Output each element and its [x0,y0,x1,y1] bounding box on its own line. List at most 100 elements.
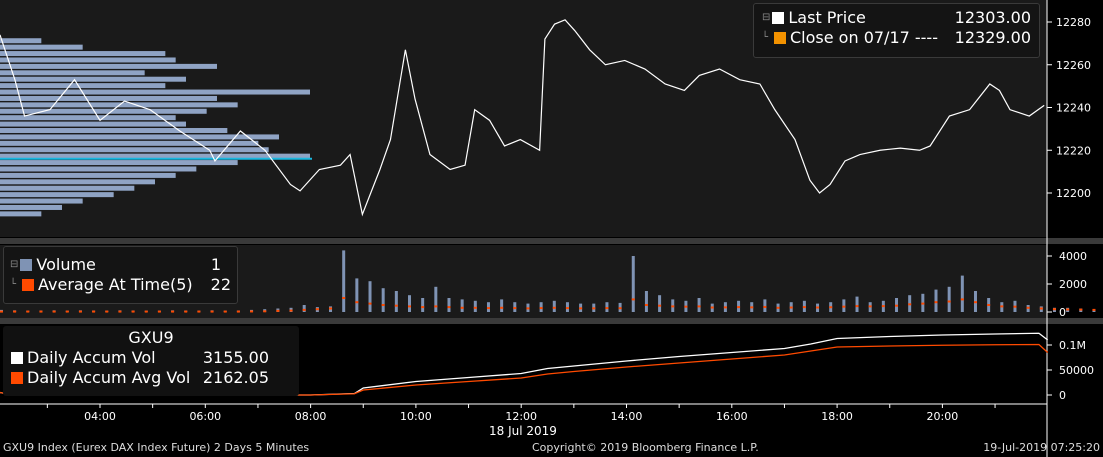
avg-marker [223,310,227,313]
avg-marker [789,306,793,309]
accum-tick-label: 50000 [1059,364,1094,377]
profile-bar [0,147,269,153]
profile-bar [0,160,238,166]
volume-bar [447,298,451,312]
bloomberg-chart: 12200 12220 12240 12260 12280 0 2000 4000 0 50000… [0,0,1103,457]
volume-tick-label: 2000 [1059,278,1087,291]
profile-bar [0,179,155,185]
price-tick-label: 12240 [1056,102,1091,115]
avg-marker [355,301,359,304]
avg-marker [697,305,701,308]
accum-avg-swatch [11,372,23,384]
price-tick-label: 12280 [1056,16,1091,29]
price-legend: ⊟ Last Price 12303.00 └ Close on 07/17 ----… [753,3,1040,58]
avg-marker [236,310,240,313]
legend-label: Daily Accum Avg Vol [27,368,191,387]
avg-marker [408,305,412,308]
avg-marker [1066,308,1070,311]
avg-marker [171,310,175,313]
avg-marker [895,304,899,307]
avg-marker [987,304,991,306]
volume-bar [394,291,398,312]
avg-marker [816,306,820,309]
avg-marker [750,306,754,309]
avg-marker [52,310,56,313]
volume-bar [434,286,438,312]
volume-bar [342,250,346,312]
legend-value: 12329.00 [954,28,1031,47]
avg-marker [157,310,161,313]
avg-marker [1079,308,1083,311]
avg-marker [671,305,675,308]
avg-marker [342,297,346,299]
legend-label: Last Price [788,8,866,27]
close-swatch [774,32,786,44]
profile-bar [0,95,217,101]
collapse-icon[interactable]: ⊟ [10,255,18,275]
avg-marker [552,306,556,309]
profile-bar [0,51,166,57]
avg-marker [776,306,780,309]
avg-marker [39,310,43,313]
avg-marker [842,305,846,308]
avg-marker [486,307,490,310]
date-label: 18 Jul 2019 [489,424,557,438]
profile-bar [0,89,310,95]
avg-marker [78,310,82,313]
legend-label: Close on 07/17 ---- [790,28,938,47]
profile-bar [0,108,207,114]
avg-marker [105,310,109,313]
time-tick-label: 14:00 [611,410,643,423]
avg-marker [210,310,214,313]
timestamp: 19-Jul-2019 07:25:20 [983,441,1100,454]
avg-marker [1052,308,1056,311]
time-tick-label: 08:00 [295,410,327,423]
avg-marker [855,305,859,308]
last-price-swatch [772,12,785,24]
avg-marker [539,307,543,310]
volume-bar [552,300,556,312]
legend-label: Daily Accum Vol [27,348,156,367]
avg-marker [250,310,254,313]
volume-bar [421,298,425,312]
avg-marker [592,307,596,310]
avg-marker [0,310,3,313]
panel-divider [0,238,1103,244]
volume-bar [631,256,635,312]
volume-swatch [20,259,33,271]
avg-marker [565,307,569,310]
avg-marker [1039,307,1043,310]
legend-value: 1 [210,255,221,274]
profile-bar [0,76,186,82]
avg-marker [460,306,464,309]
avg-marker [684,305,688,308]
avg-marker [276,309,280,312]
security-description: GXU9 Index (Eurex DAX Index Future) 2 Da… [3,441,310,454]
profile-bar [0,204,62,210]
avg-marker [315,308,319,311]
legend-label: Average At Time(5) [38,275,193,294]
avg-marker [908,303,912,306]
legend-value: 22 [210,275,231,294]
volume-bar [355,278,359,312]
volume-bar [408,295,412,312]
avg-marker [92,310,96,313]
collapse-icon[interactable]: ⊟ [762,8,770,28]
avg-marker [381,304,385,306]
profile-bar [0,83,166,89]
avg-marker [644,304,648,306]
avg-marker [605,307,609,310]
time-tick-label: 06:00 [189,410,221,423]
avg-marker [1092,308,1096,311]
avg-marker [934,301,938,304]
avg-marker [26,310,30,313]
avg-marker [881,305,885,308]
avg-marker [1026,306,1030,309]
avg-marker [434,305,438,308]
avg-marker [500,306,504,309]
volume-bar [500,299,504,312]
avg-marker [263,310,267,313]
avg-marker [579,307,583,310]
avg-marker [447,306,451,309]
profile-bar [0,128,228,134]
